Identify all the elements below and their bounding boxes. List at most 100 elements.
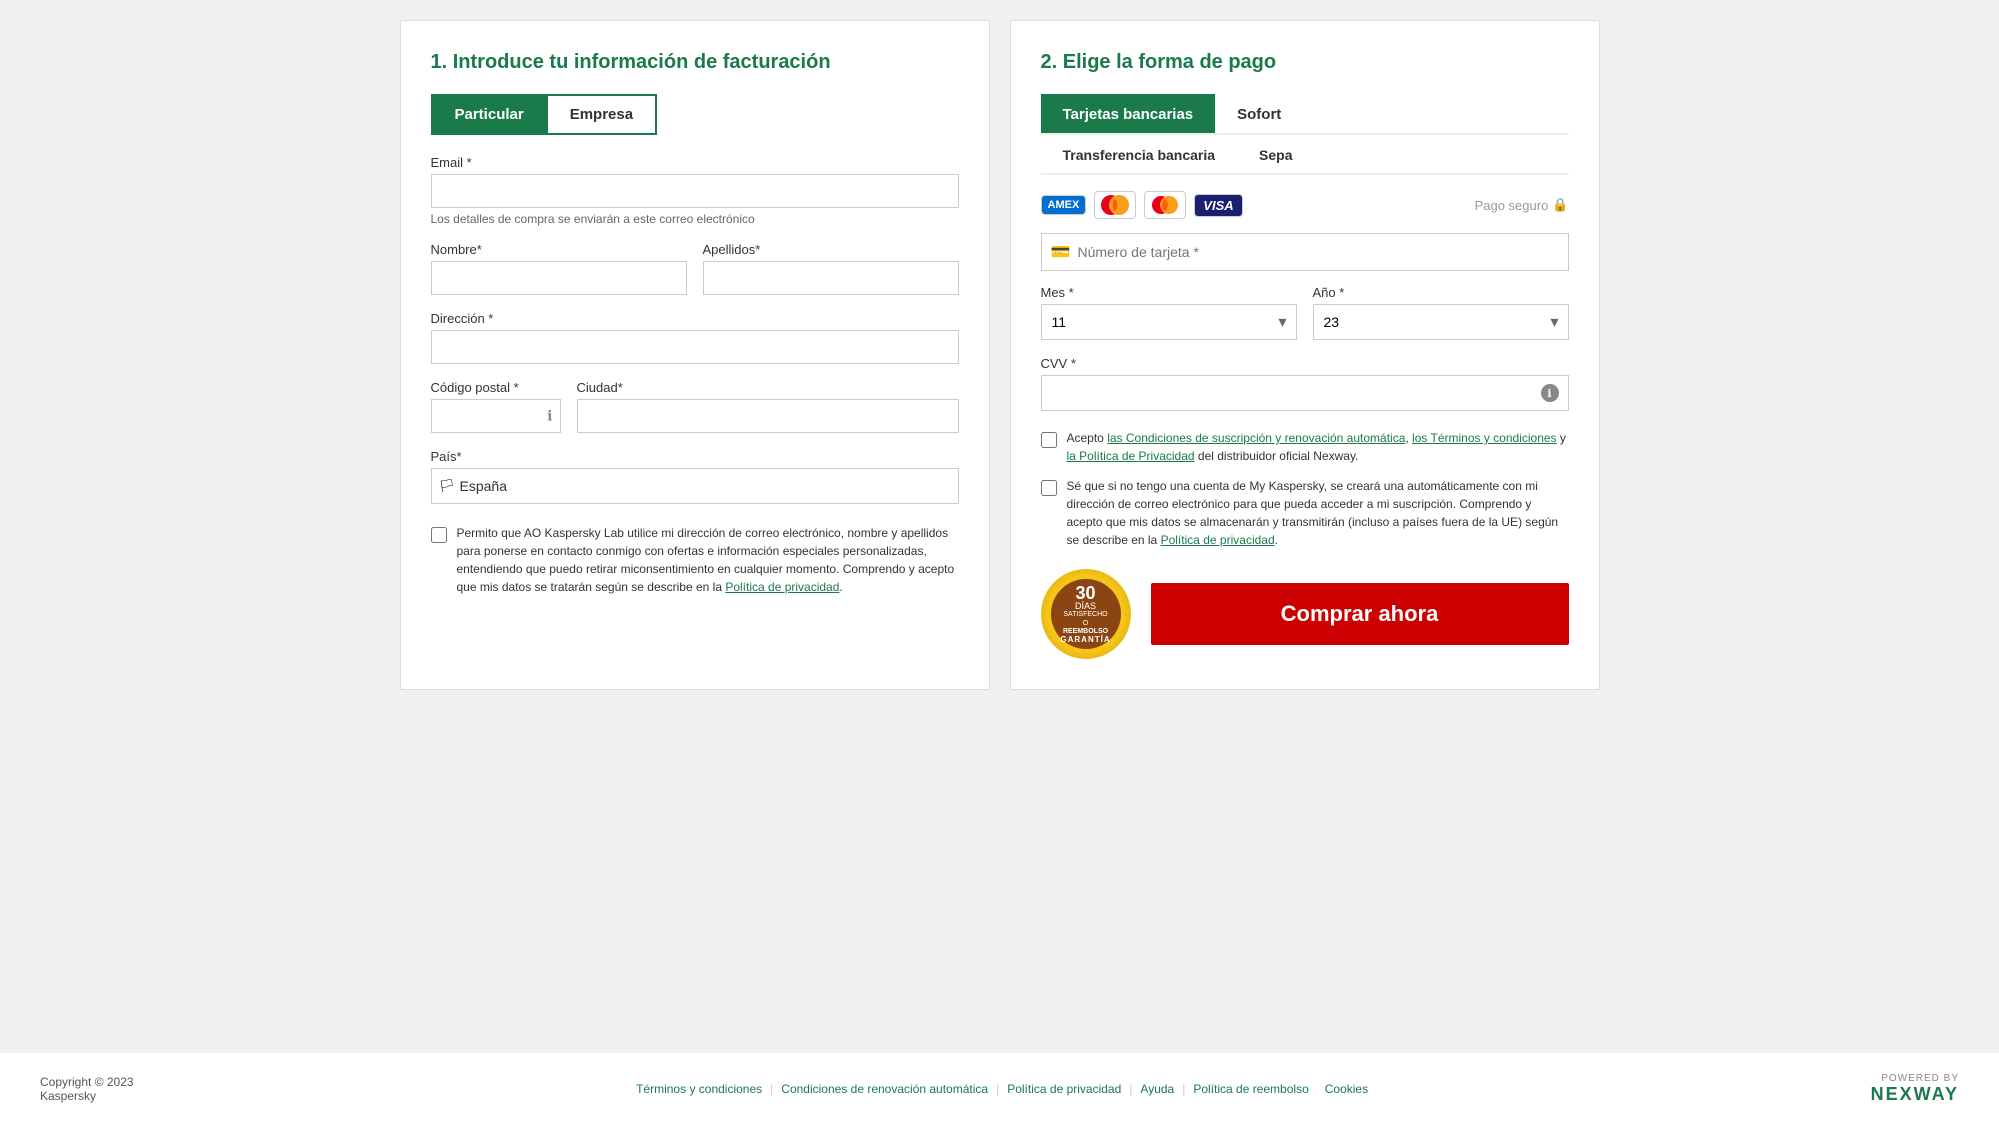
tab-transferencia[interactable]: Transferencia bancaria: [1041, 135, 1238, 173]
secure-text: Pago seguro 🔒: [1475, 197, 1569, 213]
ano-select-wrap: 23: [1313, 304, 1569, 340]
card-number-input[interactable]: [1041, 233, 1569, 271]
footer-divider3: |: [1129, 1082, 1132, 1096]
postal-label: Código postal *: [431, 380, 561, 395]
consent1-link2[interactable]: los Términos y condiciones: [1412, 431, 1557, 445]
tab-particular[interactable]: Particular: [431, 94, 548, 135]
ano-select[interactable]: 23: [1313, 304, 1569, 340]
apellidos-label: Apellidos*: [703, 242, 959, 257]
visa-icon: VISA: [1194, 194, 1242, 217]
tab-sofort[interactable]: Sofort: [1215, 94, 1303, 133]
city-group: Ciudad*: [577, 380, 959, 433]
postal-input[interactable]: [431, 399, 561, 433]
country-select-wrap: España: [431, 468, 959, 504]
consent1-link3[interactable]: la Política de Privacidad: [1067, 449, 1195, 463]
tab-empresa[interactable]: Empresa: [548, 94, 657, 135]
city-label: Ciudad*: [577, 380, 959, 395]
consent2-link[interactable]: Política de privacidad: [1161, 533, 1275, 547]
buy-button[interactable]: Comprar ahora: [1151, 583, 1569, 645]
email-group: Email * Los detalles de compra se enviar…: [431, 155, 959, 226]
city-input[interactable]: [577, 399, 959, 433]
footer-link-help[interactable]: Ayuda: [1140, 1082, 1174, 1096]
consent1-checkbox[interactable]: [1041, 432, 1057, 448]
amex-icon: AMEX: [1041, 195, 1087, 215]
marketing-checkbox-group: Permito que AO Kaspersky Lab utilice mi …: [431, 524, 959, 596]
consent1-text: Acepto las Condiciones de suscripción y …: [1067, 429, 1569, 465]
mes-group: Mes * 11: [1041, 285, 1297, 340]
apellidos-group: Apellidos*: [703, 242, 959, 295]
cvv-input[interactable]: [1041, 375, 1569, 411]
footer-divider2: |: [996, 1082, 999, 1096]
country-label: País*: [431, 449, 959, 464]
payment-tab-row2: Transferencia bancaria Sepa: [1041, 135, 1569, 175]
payment-tab-row1: Tarjetas bancarias Sofort: [1041, 94, 1569, 135]
footer-brand: POWERED BY NEXWAY: [1871, 1073, 1959, 1105]
badge-satisfecho: SATISFECHO: [1063, 611, 1107, 619]
footer-link-privacy[interactable]: Política de privacidad: [1007, 1082, 1121, 1096]
footer-divider1: |: [770, 1082, 773, 1096]
lock-icon: 🔒: [1552, 197, 1568, 213]
ano-label: Año *: [1313, 285, 1569, 300]
mastercard-icon: [1144, 191, 1186, 219]
postal-info-icon: ℹ: [547, 408, 552, 425]
mes-select[interactable]: 11: [1041, 304, 1297, 340]
footer-copyright: Copyright © 2023 Kaspersky: [40, 1075, 134, 1103]
mes-select-wrap: 11: [1041, 304, 1297, 340]
badge-o: O: [1083, 620, 1088, 628]
card-icons-row: AMEX VISA Pago seguro 🔒: [1041, 191, 1569, 219]
cvv-group: CVV * ℹ: [1041, 356, 1569, 411]
badge-days: 30: [1075, 584, 1095, 602]
direccion-label: Dirección *: [431, 311, 959, 326]
payment-tabs: Tarjetas bancarias Sofort Transferencia …: [1041, 94, 1569, 175]
tab-tarjetas[interactable]: Tarjetas bancarias: [1041, 94, 1216, 133]
cvv-label: CVV *: [1041, 356, 1569, 371]
left-title: 1. Introduce tu información de facturaci…: [431, 51, 959, 74]
postal-city-row: Código postal * ℹ Ciudad*: [431, 380, 959, 449]
footer-divider4: |: [1182, 1082, 1185, 1096]
nombre-input[interactable]: [431, 261, 687, 295]
direccion-group: Dirección *: [431, 311, 959, 364]
badge-dias: DÍAS: [1075, 602, 1096, 611]
guarantee-badge: 30 DÍAS SATISFECHO O REEMBOLSO GARANTÍA: [1041, 569, 1131, 659]
card-number-group: 💳: [1041, 233, 1569, 271]
badge-inner: 30 DÍAS SATISFECHO O REEMBOLSO GARANTÍA: [1051, 579, 1121, 649]
privacy-link[interactable]: Política de privacidad: [725, 580, 839, 594]
cvv-info-icon: ℹ: [1541, 384, 1559, 402]
badge-outer: 30 DÍAS SATISFECHO O REEMBOLSO GARANTÍA: [1041, 569, 1131, 659]
email-label: Email *: [431, 155, 959, 170]
email-hint: Los detalles de compra se enviarán a est…: [431, 212, 959, 226]
direccion-input[interactable]: [431, 330, 959, 364]
billing-type-tabs: Particular Empresa: [431, 94, 959, 135]
right-title: 2. Elige la forma de pago: [1041, 51, 1569, 74]
footer-link-terms[interactable]: Términos y condiciones: [636, 1082, 762, 1096]
footer-link-renovation[interactable]: Condiciones de renovación automática: [781, 1082, 988, 1096]
maestro-icon: [1094, 191, 1136, 219]
footer-links: Términos y condiciones | Condiciones de …: [636, 1082, 1368, 1096]
marketing-checkbox[interactable]: [431, 527, 447, 543]
name-row: Nombre* Apellidos*: [431, 242, 959, 311]
expiry-cvv-row: Mes * 11 Año * 23: [1041, 285, 1569, 340]
country-select[interactable]: España: [431, 468, 959, 504]
badge-garantia: GARANTÍA: [1060, 635, 1110, 644]
footer-link-refund[interactable]: Política de reembolso: [1193, 1082, 1308, 1096]
consent1-group: Acepto las Condiciones de suscripción y …: [1041, 429, 1569, 465]
powered-by-label: POWERED BY: [1881, 1073, 1959, 1084]
nombre-group: Nombre*: [431, 242, 687, 295]
nombre-label: Nombre*: [431, 242, 687, 257]
apellidos-input[interactable]: [703, 261, 959, 295]
postal-group: Código postal * ℹ: [431, 380, 561, 433]
postal-input-wrap: ℹ: [431, 399, 561, 433]
consent2-checkbox[interactable]: [1041, 480, 1057, 496]
consent1-link1[interactable]: las Condiciones de suscripción y renovac…: [1107, 431, 1405, 445]
footer: Copyright © 2023 Kaspersky Términos y co…: [0, 1052, 1999, 1125]
cvv-input-row: ℹ: [1041, 375, 1569, 411]
nexway-logo: NEXWAY: [1871, 1084, 1959, 1105]
country-group: País* España: [431, 449, 959, 504]
email-input[interactable]: [431, 174, 959, 208]
card-field-icon: 💳: [1051, 242, 1071, 262]
tab-sepa[interactable]: Sepa: [1237, 135, 1314, 173]
mes-label: Mes *: [1041, 285, 1297, 300]
buy-section: 30 DÍAS SATISFECHO O REEMBOLSO GARANTÍA …: [1041, 569, 1569, 659]
consent2-text: Sé que si no tengo una cuenta de My Kasp…: [1067, 477, 1569, 549]
footer-link-cookies[interactable]: Cookies: [1325, 1082, 1368, 1096]
